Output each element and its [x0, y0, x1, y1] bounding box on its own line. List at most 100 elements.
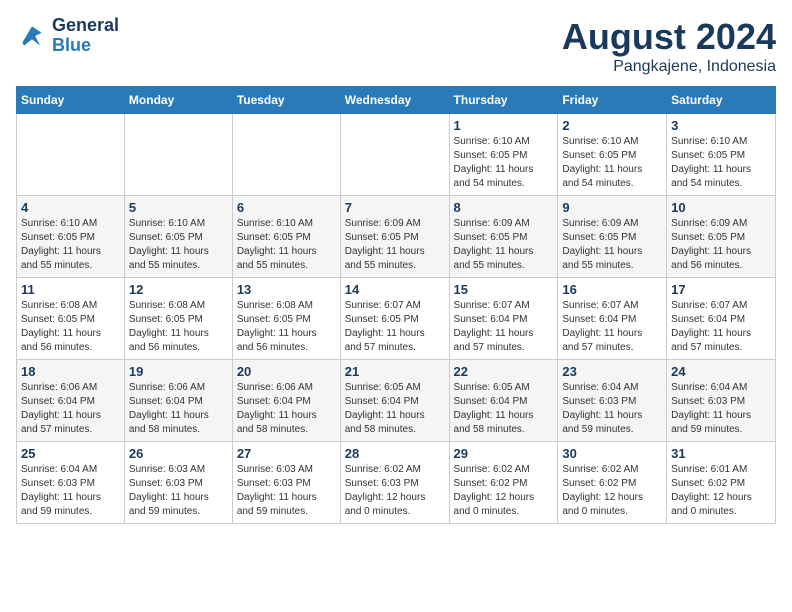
day-info: Sunrise: 6:10 AM Sunset: 6:05 PM Dayligh… — [671, 135, 771, 191]
calendar-cell — [232, 114, 340, 196]
day-info: Sunrise: 6:10 AM Sunset: 6:05 PM Dayligh… — [562, 135, 662, 191]
day-info: Sunrise: 6:05 AM Sunset: 6:04 PM Dayligh… — [454, 381, 554, 437]
day-number: 27 — [237, 446, 336, 461]
calendar-cell: 8 Sunrise: 6:09 AM Sunset: 6:05 PM Daylig… — [449, 196, 558, 278]
day-number: 26 — [129, 446, 228, 461]
column-header-wednesday: Wednesday — [340, 87, 449, 114]
day-number: 25 — [21, 446, 120, 461]
day-info: Sunrise: 6:09 AM Sunset: 6:05 PM Dayligh… — [671, 217, 771, 273]
day-number: 18 — [21, 364, 120, 379]
day-info: Sunrise: 6:07 AM Sunset: 6:04 PM Dayligh… — [671, 299, 771, 355]
calendar-cell: 5 Sunrise: 6:10 AM Sunset: 6:05 PM Daylig… — [124, 196, 232, 278]
day-number: 16 — [562, 282, 662, 297]
calendar-cell — [17, 114, 125, 196]
day-number: 29 — [454, 446, 554, 461]
calendar-cell: 14 Sunrise: 6:07 AM Sunset: 6:05 PM Dayli… — [340, 278, 449, 360]
day-number: 5 — [129, 200, 228, 215]
logo-text: General Blue — [52, 16, 119, 56]
calendar-cell: 13 Sunrise: 6:08 AM Sunset: 6:05 PM Dayli… — [232, 278, 340, 360]
day-info: Sunrise: 6:08 AM Sunset: 6:05 PM Dayligh… — [237, 299, 336, 355]
calendar-week-5: 25 Sunrise: 6:04 AM Sunset: 6:03 PM Dayli… — [17, 442, 776, 524]
day-number: 8 — [454, 200, 554, 215]
day-number: 6 — [237, 200, 336, 215]
calendar-cell: 9Sunrise: 6:09 AM Sunset: 6:05 PM Daylig… — [558, 196, 667, 278]
column-header-tuesday: Tuesday — [232, 87, 340, 114]
calendar-week-3: 11 Sunrise: 6:08 AM Sunset: 6:05 PM Dayli… — [17, 278, 776, 360]
logo: General Blue — [16, 16, 119, 56]
page-header: General Blue August 2024 Pangkajene, Ind… — [16, 16, 776, 76]
calendar-cell: 25 Sunrise: 6:04 AM Sunset: 6:03 PM Dayli… — [17, 442, 125, 524]
calendar-cell: 18 Sunrise: 6:06 AM Sunset: 6:04 PM Dayli… — [17, 360, 125, 442]
day-number: 24 — [671, 364, 771, 379]
calendar-cell: 12 Sunrise: 6:08 AM Sunset: 6:05 PM Dayli… — [124, 278, 232, 360]
day-number: 11 — [21, 282, 120, 297]
calendar-cell: 11Sunrise: 6:08 AM Sunset: 6:05 PM Dayli… — [17, 278, 125, 360]
day-info: Sunrise: 6:02 AM Sunset: 6:02 PM Dayligh… — [454, 463, 554, 519]
day-number: 22 — [454, 364, 554, 379]
calendar-cell — [340, 114, 449, 196]
day-info: Sunrise: 6:02 AM Sunset: 6:03 PM Dayligh… — [345, 463, 445, 519]
calendar-cell: 6Sunrise: 6:10 AM Sunset: 6:05 PM Daylig… — [232, 196, 340, 278]
calendar-cell: 2 Sunrise: 6:10 AM Sunset: 6:05 PM Daylig… — [558, 114, 667, 196]
calendar-week-1: 1 Sunrise: 6:10 AM Sunset: 6:05 PM Daylig… — [17, 114, 776, 196]
day-number: 10 — [671, 200, 771, 215]
day-info: Sunrise: 6:06 AM Sunset: 6:04 PM Dayligh… — [237, 381, 336, 437]
day-info: Sunrise: 6:05 AM Sunset: 6:04 PM Dayligh… — [345, 381, 445, 437]
day-number: 20 — [237, 364, 336, 379]
day-number: 4 — [21, 200, 120, 215]
day-info: Sunrise: 6:03 AM Sunset: 6:03 PM Dayligh… — [129, 463, 228, 519]
calendar-cell: 3 Sunrise: 6:10 AM Sunset: 6:05 PM Daylig… — [667, 114, 776, 196]
day-number: 28 — [345, 446, 445, 461]
day-info: Sunrise: 6:09 AM Sunset: 6:05 PM Dayligh… — [345, 217, 445, 273]
calendar-cell — [124, 114, 232, 196]
day-number: 31 — [671, 446, 771, 461]
day-info: Sunrise: 6:07 AM Sunset: 6:04 PM Dayligh… — [562, 299, 662, 355]
column-header-friday: Friday — [558, 87, 667, 114]
day-info: Sunrise: 6:02 AM Sunset: 6:02 PM Dayligh… — [562, 463, 662, 519]
calendar-cell: 10 Sunrise: 6:09 AM Sunset: 6:05 PM Dayli… — [667, 196, 776, 278]
day-number: 14 — [345, 282, 445, 297]
calendar-cell: 29 Sunrise: 6:02 AM Sunset: 6:02 PM Dayli… — [449, 442, 558, 524]
logo-icon — [16, 22, 48, 50]
calendar-cell: 19 Sunrise: 6:06 AM Sunset: 6:04 PM Dayli… — [124, 360, 232, 442]
day-number: 13 — [237, 282, 336, 297]
title-block: August 2024 Pangkajene, Indonesia — [562, 16, 776, 76]
day-number: 19 — [129, 364, 228, 379]
page-subtitle: Pangkajene, Indonesia — [562, 58, 776, 76]
calendar-table: SundayMondayTuesdayWednesdayThursdayFrid… — [16, 86, 776, 524]
calendar-cell: 7 Sunrise: 6:09 AM Sunset: 6:05 PM Daylig… — [340, 196, 449, 278]
day-number: 3 — [671, 118, 771, 133]
day-info: Sunrise: 6:06 AM Sunset: 6:04 PM Dayligh… — [21, 381, 120, 437]
calendar-cell: 21 Sunrise: 6:05 AM Sunset: 6:04 PM Dayli… — [340, 360, 449, 442]
column-header-saturday: Saturday — [667, 87, 776, 114]
day-number: 15 — [454, 282, 554, 297]
calendar-week-4: 18 Sunrise: 6:06 AM Sunset: 6:04 PM Dayli… — [17, 360, 776, 442]
calendar-cell: 4 Sunrise: 6:10 AM Sunset: 6:05 PM Daylig… — [17, 196, 125, 278]
day-info: Sunrise: 6:10 AM Sunset: 6:05 PM Dayligh… — [129, 217, 228, 273]
day-info: Sunrise: 6:04 AM Sunset: 6:03 PM Dayligh… — [21, 463, 120, 519]
calendar-cell: 28 Sunrise: 6:02 AM Sunset: 6:03 PM Dayli… — [340, 442, 449, 524]
day-info: Sunrise: 6:06 AM Sunset: 6:04 PM Dayligh… — [129, 381, 228, 437]
day-number: 23 — [562, 364, 662, 379]
calendar-cell: 1 Sunrise: 6:10 AM Sunset: 6:05 PM Daylig… — [449, 114, 558, 196]
day-number: 2 — [562, 118, 662, 133]
day-number: 12 — [129, 282, 228, 297]
day-info: Sunrise: 6:09 AM Sunset: 6:05 PM Dayligh… — [562, 217, 662, 273]
day-number: 7 — [345, 200, 445, 215]
day-number: 21 — [345, 364, 445, 379]
day-info: Sunrise: 6:01 AM Sunset: 6:02 PM Dayligh… — [671, 463, 771, 519]
day-info: Sunrise: 6:09 AM Sunset: 6:05 PM Dayligh… — [454, 217, 554, 273]
day-info: Sunrise: 6:07 AM Sunset: 6:05 PM Dayligh… — [345, 299, 445, 355]
day-info: Sunrise: 6:10 AM Sunset: 6:05 PM Dayligh… — [21, 217, 120, 273]
calendar-cell: 16 Sunrise: 6:07 AM Sunset: 6:04 PM Dayli… — [558, 278, 667, 360]
day-info: Sunrise: 6:10 AM Sunset: 6:05 PM Dayligh… — [454, 135, 554, 191]
column-header-sunday: Sunday — [17, 87, 125, 114]
day-number: 1 — [454, 118, 554, 133]
calendar-cell: 22 Sunrise: 6:05 AM Sunset: 6:04 PM Dayli… — [449, 360, 558, 442]
column-header-monday: Monday — [124, 87, 232, 114]
day-info: Sunrise: 6:03 AM Sunset: 6:03 PM Dayligh… — [237, 463, 336, 519]
day-number: 30 — [562, 446, 662, 461]
day-info: Sunrise: 6:08 AM Sunset: 6:05 PM Dayligh… — [129, 299, 228, 355]
calendar-cell: 30 Sunrise: 6:02 AM Sunset: 6:02 PM Dayli… — [558, 442, 667, 524]
calendar-week-2: 4 Sunrise: 6:10 AM Sunset: 6:05 PM Daylig… — [17, 196, 776, 278]
